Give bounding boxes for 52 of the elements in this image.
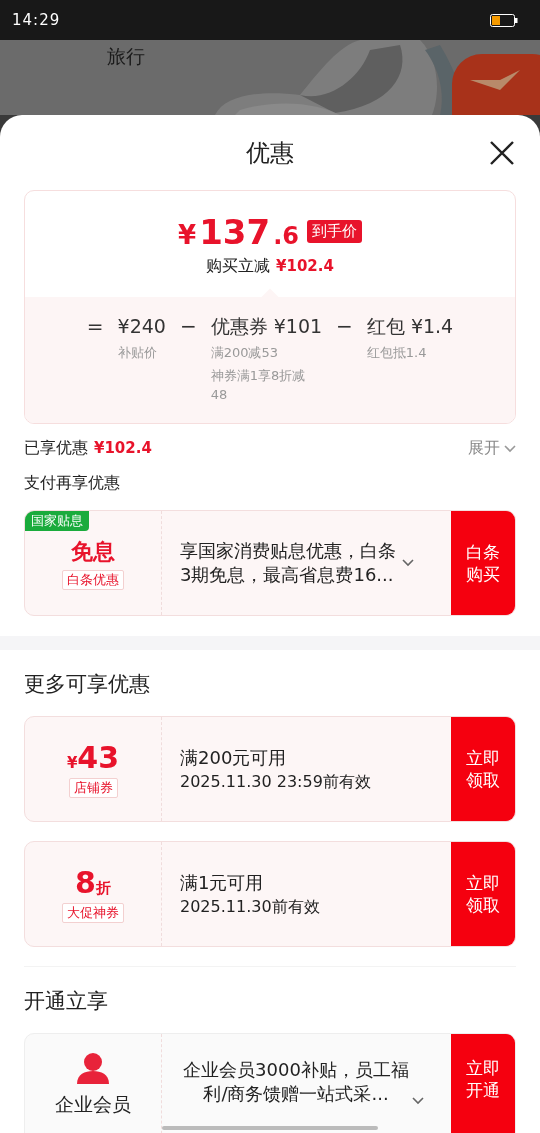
breakdown-note: 神券满1享8折减48 <box>210 367 307 404</box>
membership-description: 企业会员3000补贴，员工福利/商务馈赠一站式采... <box>182 1058 410 1106</box>
close-button[interactable] <box>488 139 516 167</box>
price-decimal: .6 <box>273 221 299 250</box>
breakdown-note: 红包抵1.4 <box>366 344 428 362</box>
claim-button[interactable]: 立即领取 <box>451 717 515 821</box>
chevron-down-icon <box>412 1097 424 1105</box>
final-price: 137 <box>199 211 271 252</box>
breakdown-note: 满200减53 <box>210 344 280 362</box>
offer-tag: 国家贴息 <box>25 511 89 531</box>
price-tag: 到手价 <box>306 220 362 243</box>
chevron-down-icon <box>402 559 414 567</box>
instant-discount-amount: ¥102.4 <box>276 256 334 275</box>
offer-subtag: 白条优惠 <box>62 569 124 590</box>
coupon-validity: 2025.11.30 23:59前有效 <box>180 771 372 793</box>
coupon-symbol: ¥ <box>66 754 78 772</box>
operator-sign: − <box>179 313 197 340</box>
expand-toggle[interactable]: 展开 <box>468 438 516 459</box>
sheet-title: 优惠 <box>246 137 294 169</box>
coupon-symbol: 折 <box>95 879 111 898</box>
coupon-label: 大促神券 <box>62 903 124 923</box>
user-icon <box>75 1052 111 1084</box>
close-icon <box>488 139 516 167</box>
status-time: 14:29 <box>12 11 61 29</box>
breakdown-note: 补贴价 <box>117 344 158 362</box>
coupon-condition: 满200元可用 <box>180 745 288 770</box>
breakdown-amount: 优惠券 ¥101 <box>210 314 323 339</box>
coupon-label: 店铺券 <box>68 778 118 798</box>
activate-button[interactable]: 立即开通 <box>451 1034 515 1133</box>
coupon-value: 8 <box>75 865 96 900</box>
breakdown-amount: 红包 ¥1.4 <box>366 314 454 339</box>
product-caption: 旅行 <box>107 44 145 69</box>
claim-button[interactable]: 立即领取 <box>451 842 515 946</box>
enjoyed-label: 已享优惠 <box>24 438 88 457</box>
chevron-down-icon <box>504 444 516 453</box>
currency-sign: ¥ <box>178 219 197 250</box>
section-title: 开通立享 <box>24 988 109 1015</box>
section-title: 更多可享优惠 <box>24 671 151 698</box>
operator-sign: − <box>336 313 353 340</box>
operator-sign: = <box>86 313 104 340</box>
offer-description: 享国家消费贴息优惠，白条3期免息，最高省息费16... <box>180 539 397 587</box>
coupon-validity: 2025.11.30前有效 <box>180 896 321 918</box>
buy-button[interactable]: 白条购买 <box>451 511 515 615</box>
coupon-value: 43 <box>77 740 120 775</box>
coupon-condition: 满1元可用 <box>180 870 265 895</box>
breakdown-amount: ¥240 <box>117 314 166 339</box>
enjoyed-amount: ¥102.4 <box>94 439 152 457</box>
instant-discount-label: 购买立减 <box>206 255 271 277</box>
offer-headline: 免息 <box>71 537 115 566</box>
section-title: 支付再享优惠 <box>24 473 121 494</box>
membership-name: 企业会员 <box>55 1092 131 1117</box>
battery-icon <box>490 13 518 27</box>
